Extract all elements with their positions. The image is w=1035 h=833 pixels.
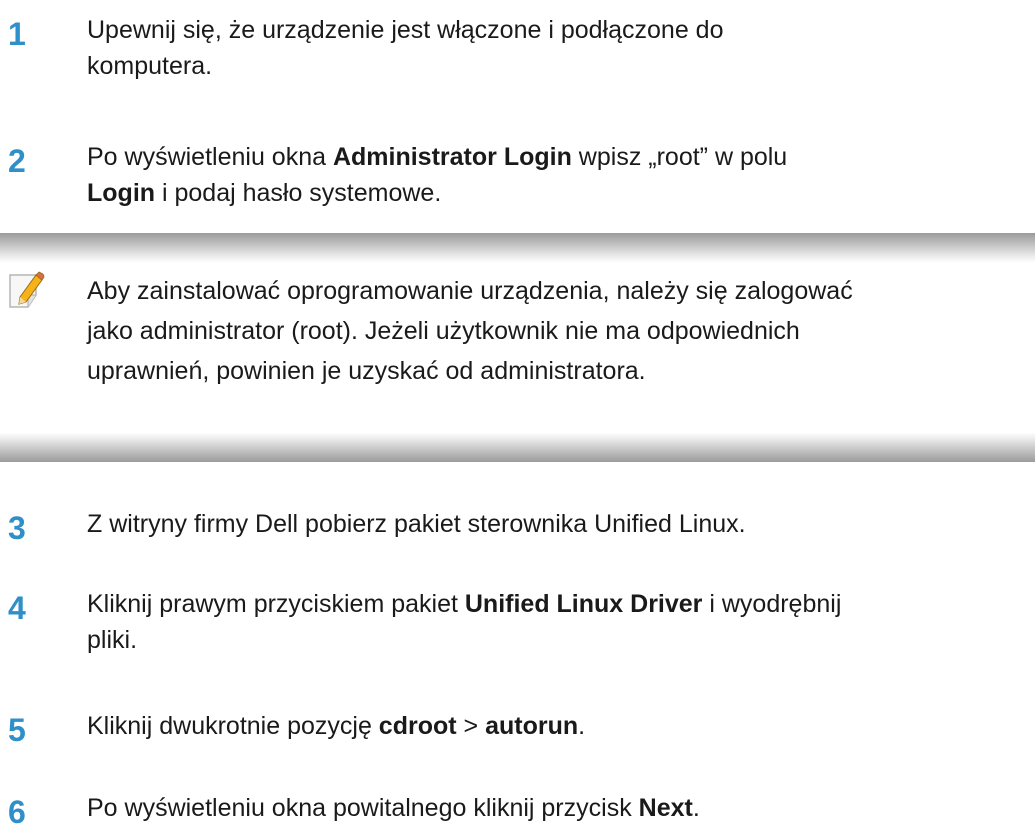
step-text: Z witryny firmy Dell pobierz pakiet ster…	[87, 506, 1032, 542]
note-box: Aby zainstalować oprogramowanie urządzen…	[0, 233, 1035, 462]
step-text-line: Upewnij się, że urządzenie jest włączone…	[87, 16, 724, 44]
note-text: Aby zainstalować oprogramowanie urządzen…	[87, 271, 1032, 391]
step-text: Kliknij prawym przyciskiem pakiet Unifie…	[87, 586, 1032, 658]
step-number: 4	[8, 590, 26, 626]
step-number: 6	[8, 794, 26, 830]
step-number: 2	[8, 143, 26, 179]
ui-term-next: Next	[638, 794, 693, 822]
ui-term-login: Login	[87, 179, 156, 207]
step-number: 1	[8, 16, 26, 52]
step-text-segment: i wyodrębnij	[702, 590, 842, 618]
step-number: 3	[8, 510, 26, 546]
step-text: Kliknij dwukrotnie pozycję cdroot > auto…	[87, 708, 1032, 744]
note-top-band	[0, 233, 1035, 263]
step-text-segment: Po wyświetleniu okna	[87, 143, 333, 171]
ui-term-autorun: autorun	[485, 712, 579, 740]
step-text: Po wyświetleniu okna powitalnego kliknij…	[87, 790, 1032, 826]
note-pencil-icon	[9, 271, 45, 308]
note-line: jako administrator (root). Jeżeli użytko…	[87, 317, 800, 345]
step-text: Upewnij się, że urządzenie jest włączone…	[87, 12, 1032, 84]
step-text-segment: i podaj hasło systemowe.	[155, 179, 442, 207]
ui-term-cdroot: cdroot	[378, 712, 457, 740]
step-text-line: pliki.	[87, 626, 138, 654]
step-text-segment: wpisz „root” w polu	[571, 143, 788, 171]
step-text-segment: .	[578, 712, 586, 740]
step-text-segment: Po wyświetleniu okna powitalnego kliknij…	[87, 794, 639, 822]
step-text-segment: Kliknij dwukrotnie pozycję	[87, 712, 379, 740]
note-bottom-band	[0, 432, 1035, 462]
ui-term-administrator-login: Administrator Login	[332, 143, 572, 171]
step-text-segment: >	[456, 712, 486, 740]
step-text-line: Z witryny firmy Dell pobierz pakiet ster…	[87, 510, 746, 538]
ui-term-unified-linux-driver: Unified Linux Driver	[464, 590, 703, 618]
step-text: Po wyświetleniu okna Administrator Login…	[87, 139, 1032, 211]
step-text-line: komputera.	[87, 52, 213, 80]
step-number: 5	[8, 712, 26, 748]
step-text-segment: Kliknij prawym przyciskiem pakiet	[87, 590, 465, 618]
note-line: Aby zainstalować oprogramowanie urządzen…	[87, 277, 853, 305]
step-text-segment: .	[692, 794, 700, 822]
note-line: uprawnień, powinien je uzyskać od admini…	[87, 357, 646, 385]
